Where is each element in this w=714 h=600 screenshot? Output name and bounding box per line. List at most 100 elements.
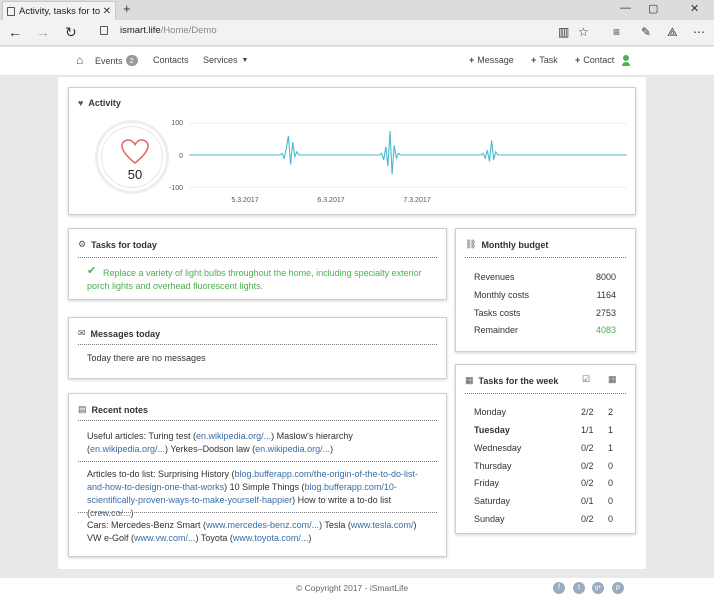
note-link[interactable]: crew.co/... [90,508,131,518]
lock-icon [100,26,108,35]
messages-panel: ✉ Messages today Today there are no messa… [68,317,447,379]
services-dropdown[interactable]: Services ▼ [203,55,248,65]
notes-panel: ▤ Recent notes Useful articles: Turing te… [68,393,447,557]
week-tasks-title: ▦ Tasks for the week [465,375,559,386]
url-host: ismart.life [120,25,161,36]
budget-row: Remainder 4083 [474,325,616,335]
forward-icon[interactable]: → [36,23,50,41]
document-icon: ▤ [78,404,87,414]
budget-row: Revenues 8000 [474,272,616,282]
google-plus-icon[interactable]: g+ [592,582,604,594]
y-tick-label: 0 [179,153,183,160]
maximize-icon[interactable]: ▢ [648,2,658,15]
plus-icon: + [575,55,581,65]
reading-view-icon[interactable]: ▥ [558,25,569,39]
week-day-row[interactable]: Friday 0/2 0 [474,478,614,488]
events-count-badge: 2 [125,55,138,66]
close-tab-icon[interactable]: ✕ [103,6,111,17]
refresh-icon[interactable]: ↻ [65,23,77,41]
more-icon[interactable]: ⋯ [693,25,705,39]
messages-title: ✉ Messages today [78,328,161,339]
browser-nav-bar: ← → ↻ ismart.life/Home/Demo ▥ ☆ ≡ ✎ ⟁ ⋯ [0,20,714,46]
main-content: ♥ Activity 50 100 0 -100 5.3.2017 6.3.201… [58,77,646,569]
budget-row: Monthly costs 1164 [474,290,616,300]
link-icon: ⛓ [465,239,477,249]
contact-label: Contact [583,55,615,65]
heart-icon [121,139,149,165]
new-contact-link[interactable]: + Contact [575,55,614,65]
plus-icon: + [531,55,537,65]
week-day-row[interactable]: Monday 2/2 2 [474,407,614,417]
site-footer: © Copyright 2017 - iSmartLife f t g+ p [0,578,714,600]
new-message-link[interactable]: + Message [469,55,514,65]
back-icon[interactable]: ← [8,23,22,41]
hub-icon[interactable]: ≡ [613,25,620,39]
caret-down-icon: ▼ [241,56,249,64]
address-bar[interactable]: ismart.life/Home/Demo [100,25,217,36]
url-path: /Home/Demo [160,25,217,36]
browser-tab-bar: Activity, tasks for today, ✕ + — ▢ ✕ [0,0,714,20]
twitter-icon[interactable]: t [573,582,585,594]
week-day-row[interactable]: Sunday 0/2 0 [474,514,614,524]
note-link[interactable]: en.wikipedia.org/... [255,444,330,454]
budget-panel: ⛓ Monthly budget Revenues 8000 Monthly cos… [455,228,636,352]
note-link[interactable]: en.wikipedia.org/... [90,444,165,454]
calendar-icon: ▦ [465,375,474,385]
close-window-icon[interactable]: ✕ [690,2,699,15]
browser-tab[interactable]: Activity, tasks for today, ✕ [2,1,116,20]
contacts-link[interactable]: Contacts [153,55,189,65]
note-link[interactable]: www.toyota.com/... [233,533,309,543]
page-icon [7,6,15,16]
note-link[interactable]: www.vw.com/... [134,533,196,543]
share-icon[interactable]: ⟁ [667,25,678,40]
week-day-row[interactable]: Saturday 0/1 0 [474,496,614,506]
heartbeat-icon: ♥ [78,98,84,108]
contacts-label: Contacts [153,55,189,65]
calendar-icon[interactable]: ▦ [608,374,617,385]
web-note-icon[interactable]: ✎ [641,25,651,39]
new-tab-icon[interactable]: + [123,1,131,16]
user-icon[interactable] [622,55,630,66]
note-item: Cars: Mercedes-Benz Smart (www.mercedes-… [87,520,417,543]
envelope-icon: ✉ [78,328,86,338]
copyright-text: © Copyright 2017 - iSmartLife [296,583,409,593]
series-line [189,130,627,175]
y-tick-label: 100 [171,120,183,127]
note-link[interactable]: www.tesla.com/ [351,520,414,530]
notes-title: ▤ Recent notes [78,404,149,415]
events-link[interactable]: Events 2 [95,55,138,66]
note-link[interactable]: en.wikipedia.org/... [196,431,271,441]
activity-chart: 100 0 -100 5.3.2017 6.3.2017 7.3.2017 [169,120,627,204]
x-tick-label: 5.3.2017 [231,197,258,204]
events-label: Events [95,55,123,66]
calendar-check-icon[interactable]: ☑ [582,374,590,385]
week-day-row[interactable]: Wednesday 0/2 1 [474,443,614,453]
week-day-row[interactable]: Tuesday 1/1 1 [474,425,614,435]
cogs-icon: ⚙ [78,239,87,249]
remainder-value: 4083 [595,325,616,335]
task-label: Task [539,55,558,65]
week-tasks-panel: ▦ Tasks for the week ☑ ▦ Monday 2/2 2 Tuesd… [455,364,636,534]
task-item[interactable]: Replace a variety of light bulbs through… [87,267,437,293]
message-label: Message [477,55,514,65]
messages-empty-text: Today there are no messages [87,353,206,363]
pinterest-icon[interactable]: p [612,582,624,594]
plus-icon: + [469,55,475,65]
week-day-row[interactable]: Thursday 0/2 0 [474,461,614,471]
x-tick-label: 6.3.2017 [317,197,344,204]
budget-title: ⛓ Monthly budget [465,239,549,250]
tasks-today-title: ⚙ Tasks for today [78,239,157,250]
heart-rate-gauge: 50 [95,120,169,194]
facebook-icon[interactable]: f [553,582,565,594]
activity-panel: ♥ Activity 50 100 0 -100 5.3.2017 6.3.201… [68,87,636,215]
favorite-star-icon[interactable]: ☆ [578,25,589,39]
x-tick-label: 7.3.2017 [403,197,430,204]
new-task-link[interactable]: + Task [531,55,558,65]
note-item: Useful articles: Turing test (en.wikiped… [87,431,353,454]
tasks-today-panel: ⚙ Tasks for today ✔ Replace a variety of … [68,228,447,300]
heart-rate-value: 50 [127,167,143,182]
note-link[interactable]: www.mercedes-benz.com/... [206,520,319,530]
minimize-icon[interactable]: — [620,2,631,14]
activity-title: ♥ Activity [78,98,121,108]
home-link[interactable]: ⌂ [76,53,83,67]
